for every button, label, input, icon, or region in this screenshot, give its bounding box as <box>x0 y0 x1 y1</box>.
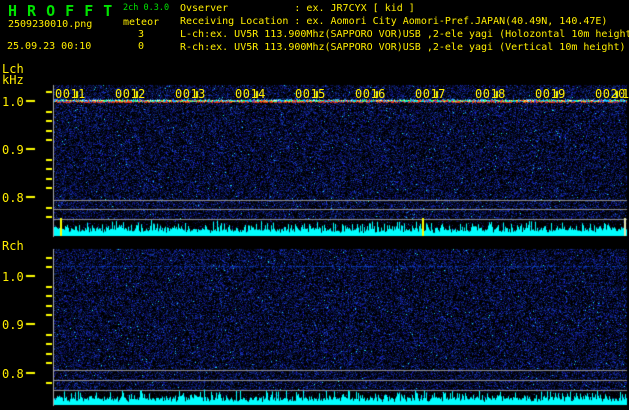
spectrogram-canvas <box>0 0 629 410</box>
hrofft-output: H R O F F T 2ch 0.3.0 2509230010.png 25.… <box>0 0 629 410</box>
freq-tick-label: 0.8 <box>2 191 24 205</box>
time-tick-label-partial: 10 <box>622 87 629 101</box>
meteor-count-lch: 3 <box>137 29 144 40</box>
time-tick-label: 0015 <box>295 87 326 101</box>
filename-label: 2509230010.png <box>8 19 93 30</box>
time-tick-label: 0016 <box>355 87 386 101</box>
location-line: Receiving Location : ex. Aomori City Aom… <box>180 16 608 27</box>
khz-unit-label: kHz <box>2 73 24 87</box>
time-tick-label: 0019 <box>535 87 566 101</box>
time-tick-label: 0018 <box>475 87 506 101</box>
freq-tick-label: 0.9 <box>2 143 24 157</box>
time-tick-label: 0014 <box>235 87 266 101</box>
observer-line: Ovserver : ex. JR7CYX [ kid ] <box>180 3 415 14</box>
app-title: H R O F F T <box>8 2 113 20</box>
meteor-count-rch: 0 <box>137 41 144 52</box>
time-tick-label: 0013 <box>175 87 206 101</box>
timestamp-label: 25.09.23 00:10 <box>7 41 92 52</box>
freq-tick-label: 0.9 <box>2 318 24 332</box>
mode-label: meteor <box>123 17 160 28</box>
time-tick-label: 0017 <box>415 87 446 101</box>
time-tick-label: 0012 <box>115 87 146 101</box>
time-tick-label: 0011 <box>55 87 86 101</box>
version-label: 2ch 0.3.0 <box>123 3 170 13</box>
freq-tick-label: 1.0 <box>2 95 24 109</box>
freq-tick-label: 1.0 <box>2 270 24 284</box>
rch-axis-label: Rch <box>2 239 24 253</box>
rch-config-line: R-ch:ex. UV5R 113.900Mhz(SAPPORO VOR)USB… <box>180 42 626 53</box>
freq-tick-label: 0.8 <box>2 367 24 381</box>
lch-config-line: L-ch:ex. UV5R 113.900Mhz(SAPPORO VOR)USB… <box>180 29 629 40</box>
